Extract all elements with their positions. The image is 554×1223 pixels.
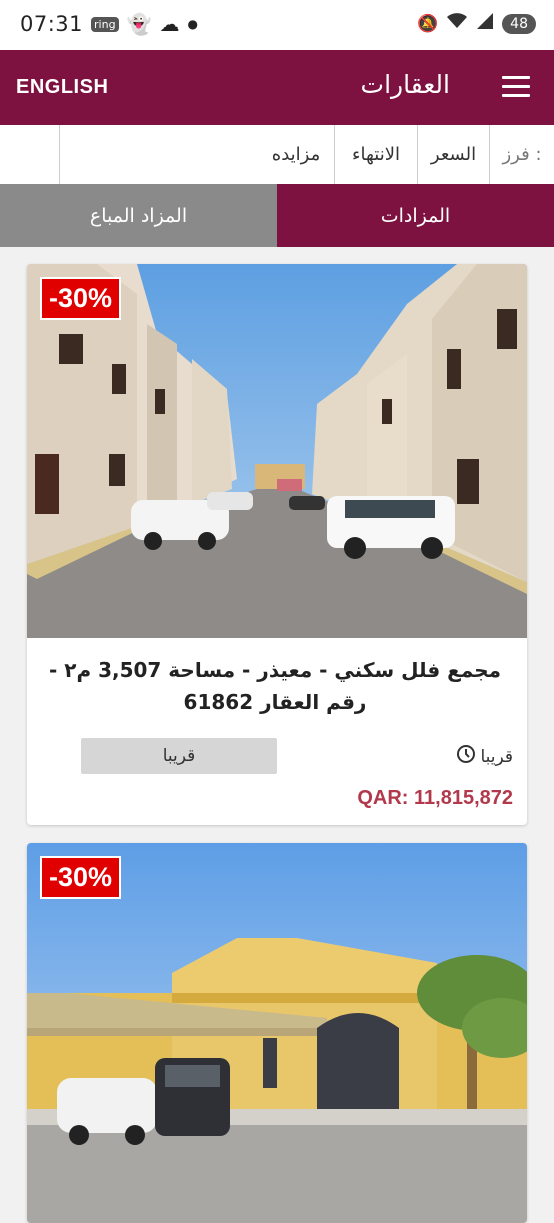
discount-badge: -30% [40,277,122,320]
divider [489,125,490,184]
sort-bar: فرز : السعر الانتهاء مزايده [0,125,554,185]
tab-sold-auctions[interactable]: المزاد المباع [0,184,277,247]
language-button[interactable]: ENGLISH [16,76,108,99]
property-photo[interactable]: -30% [27,264,527,638]
discount-badge: -30% [40,856,122,899]
cloud-icon: ☁ [159,12,180,36]
listing-title: مجمع فلل سكني - معيذر - مساحة 3,507 م٢ -… [48,658,502,714]
sort-label: فرز : [502,144,542,165]
system-status-bar: 07:31 ring 👻 ☁ ● 🔕 48 [0,0,554,50]
status-label: قريبا [480,746,513,767]
status-left: 07:31 ring 👻 ☁ ● [20,12,198,36]
wifi-icon [446,12,468,35]
divider [417,125,418,184]
mute-icon: 🔕 [417,13,439,34]
sort-option-auction[interactable]: مزايده [258,125,334,184]
dot-icon: ● [187,17,198,31]
sort-option-expiry[interactable]: الانتهاء [335,125,417,184]
status-time: 07:31 [20,12,84,36]
tab-auctions[interactable]: المزادات [277,184,554,247]
listing-card[interactable]: -30% مجمع فلل سكني - معيذر - مساحة 3,507… [27,264,527,825]
soon-button[interactable]: قريبا [81,738,277,774]
divider [59,125,60,184]
status-right: 🔕 48 [417,12,536,35]
signal-icon [476,12,494,35]
listing-status: قريبا [456,744,513,769]
hamburger-menu-icon[interactable] [502,76,530,98]
snapchat-icon: 👻 [126,12,152,36]
sort-option-price[interactable]: السعر [418,125,489,184]
clock-icon [456,744,476,769]
page-title: العقارات [360,70,450,99]
divider [334,125,335,184]
property-photo[interactable]: -30% [27,843,527,1223]
listing-price: QAR: 11,815,872 [357,787,513,809]
listing-card[interactable]: -30% [27,843,527,1223]
ring-app-icon: ring [91,16,119,32]
app-header: ENGLISH العقارات [0,50,554,125]
auction-tabs: المزادات المزاد المباع [0,184,554,247]
battery-icon: 48 [502,13,536,34]
